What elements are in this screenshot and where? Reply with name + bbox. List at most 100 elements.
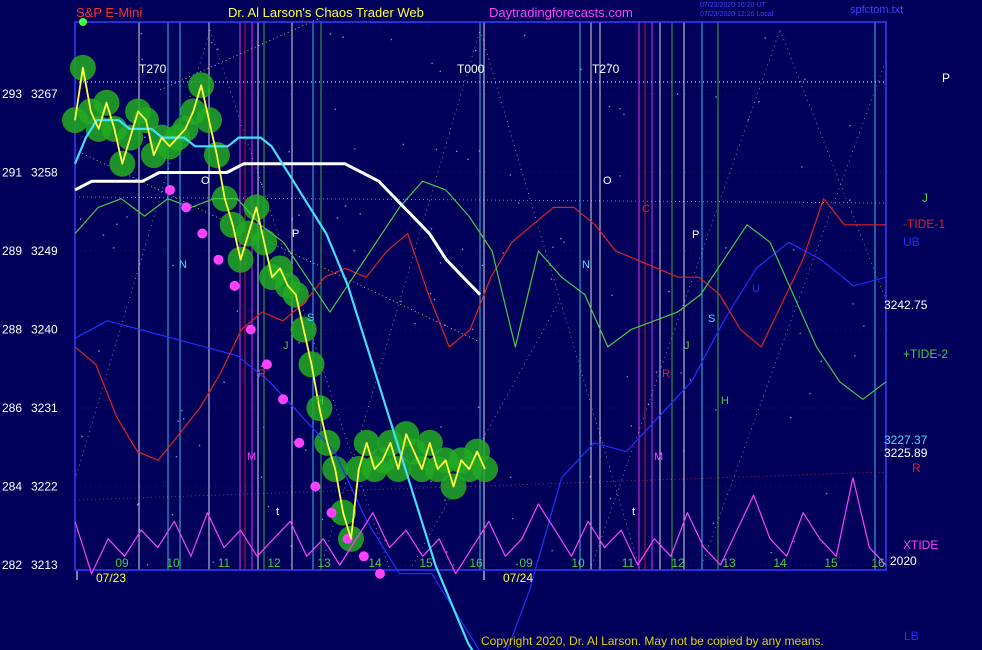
background-star (172, 264, 174, 267)
x-hour-label: 11 (622, 556, 635, 570)
background-star (304, 449, 307, 451)
cycle-diagonal (779, 29, 887, 301)
flux-letter: R (662, 368, 670, 380)
background-star (429, 292, 432, 295)
background-star (141, 58, 144, 61)
background-star (626, 375, 629, 378)
forecast-dot (294, 437, 305, 448)
background-star (758, 100, 760, 103)
y-axis-label-short: 284 (2, 480, 22, 494)
y-axis-label-short: 282 (2, 558, 22, 572)
background-star (298, 214, 300, 217)
forecast-dot (245, 324, 256, 335)
background-star (516, 563, 518, 566)
x-hour-label: 10 (166, 556, 180, 570)
x-hour-label: 16 (871, 556, 885, 570)
forecast-dot (213, 254, 224, 265)
site-link[interactable]: Daytradingforecasts.com (489, 5, 633, 20)
background-star (551, 549, 553, 552)
right-scale-label: R (912, 461, 921, 475)
background-star (770, 551, 772, 554)
right-scale-label: UB (903, 235, 920, 249)
flux-letter: J (283, 340, 289, 352)
background-star (140, 32, 143, 35)
right-scale-label: 3225.89 (884, 446, 928, 460)
background-star (359, 213, 362, 215)
background-star (212, 561, 214, 563)
background-star (444, 499, 446, 501)
x-hour-label: 09 (519, 556, 533, 570)
right-scale-label: J (922, 191, 928, 205)
cycle-label: T270 (139, 62, 167, 76)
flux-letter: N (582, 259, 590, 271)
background-star (502, 252, 505, 254)
background-star (676, 93, 679, 96)
background-star (288, 150, 290, 153)
background-star (144, 136, 146, 139)
background-star (430, 480, 432, 483)
background-star (430, 227, 433, 230)
background-star (481, 264, 484, 267)
right-scale-label: 2020 (890, 554, 917, 568)
flux-letter: S (307, 312, 314, 324)
timestamp-local: 07/23/2020 12:20 Local (700, 11, 774, 18)
background-star (609, 497, 612, 500)
forecast-file-name: spfctom.txt (850, 4, 904, 16)
background-star (580, 68, 582, 71)
background-star (689, 378, 692, 381)
flux-letter: O (201, 175, 210, 187)
right-scale-label: +TIDE-2 (903, 347, 948, 361)
background-star (98, 350, 100, 352)
flux-letter: C (642, 203, 650, 215)
background-star (552, 246, 554, 248)
background-star (560, 237, 562, 240)
x-hour-label: 10 (571, 556, 585, 570)
background-star (619, 107, 621, 110)
forecast-dot (229, 280, 240, 291)
y-axis-label-price: 3267 (31, 87, 58, 101)
x-hour-label: 12 (267, 556, 281, 570)
background-star (439, 261, 442, 264)
y-axis-label-short: 288 (2, 323, 22, 337)
background-star (342, 36, 344, 38)
background-star (401, 80, 403, 83)
background-star (267, 505, 270, 508)
background-star (849, 124, 851, 127)
y-axis-label-short: 286 (2, 401, 22, 415)
background-star (431, 62, 433, 65)
background-star (79, 218, 82, 220)
flux-letter: H (721, 395, 729, 407)
background-star (517, 202, 520, 204)
background-star (171, 513, 174, 516)
background-star (353, 249, 355, 252)
cycle-diagonal (589, 29, 781, 571)
y-axis-label-price: 3231 (31, 401, 58, 415)
x-hour-label: 15 (824, 556, 838, 570)
background-star (764, 37, 767, 39)
y-axis-label-short: 289 (2, 244, 22, 258)
x-hour-label: 11 (218, 556, 231, 570)
forecast-dot (278, 394, 289, 405)
background-star (715, 409, 717, 411)
date-label: 07/24 (503, 571, 533, 585)
timestamp-ut: 07/23/2020 16:20 UT (700, 2, 766, 9)
y-axis-label-short: 293 (2, 87, 22, 101)
background-star (668, 290, 670, 293)
background-star (400, 300, 402, 303)
flux-letter: N (179, 259, 187, 271)
flux-letter: O (603, 175, 612, 187)
background-star (455, 150, 458, 153)
background-star (217, 48, 219, 51)
background-star (402, 143, 405, 146)
background-star (435, 148, 438, 151)
background-star (611, 294, 613, 297)
flux-letter: M (247, 451, 256, 463)
flux-letter: H (316, 395, 324, 407)
x-hour-label: 14 (368, 556, 382, 570)
right-scale-label: P (942, 71, 950, 85)
background-star (461, 248, 464, 251)
background-star (260, 476, 263, 478)
background-star (619, 175, 621, 177)
chart-title: Dr. Al Larson's Chaos Trader Web (228, 5, 424, 20)
cycle-label: T270 (592, 62, 620, 76)
